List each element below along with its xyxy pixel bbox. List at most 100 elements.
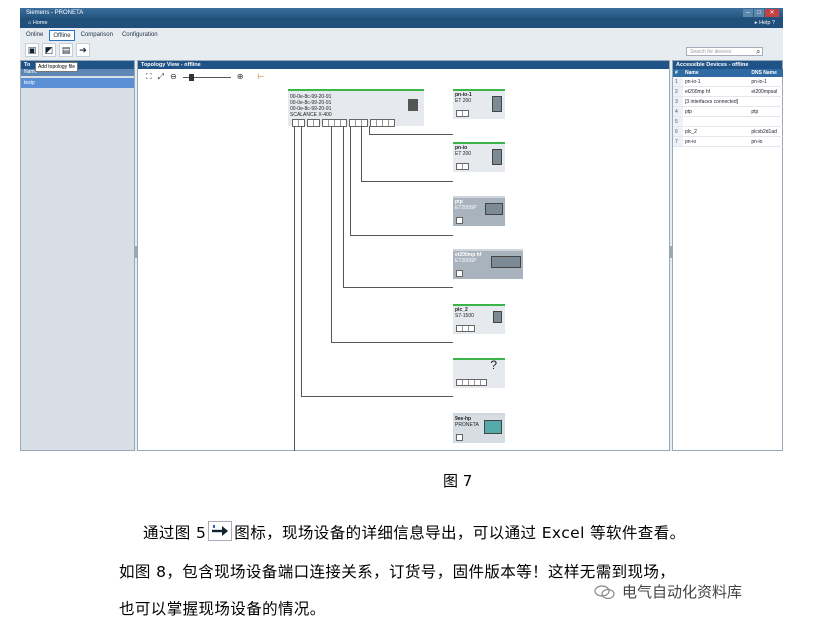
paragraph-text: 图标，现场设备的详细信息导出，可以通过 Excel 等软件查看。 [234, 524, 686, 542]
dns-name-cell: plcxb2d1ad [749, 126, 783, 137]
column-header[interactable]: DNS Name [749, 69, 783, 77]
topology-header: Topology View - offline [138, 61, 669, 69]
device-name-cell: plc_2 [683, 126, 750, 137]
device-icon [485, 203, 503, 215]
device-port[interactable] [456, 379, 487, 386]
table-row[interactable]: 1 pn-io-1 pn-io-1 [673, 77, 783, 87]
table-row[interactable]: 4 ptp ptp [673, 106, 783, 117]
device-node[interactable]: pn-io ET 200 [453, 142, 505, 172]
connection-line [369, 134, 453, 135]
connection-line [361, 181, 453, 182]
home-label: Home [32, 20, 48, 26]
device-name-cell [683, 116, 750, 127]
device-port[interactable] [456, 163, 469, 170]
paragraph-text: 通过图 5 [143, 524, 207, 542]
device-name-cell: pn-io [683, 136, 750, 147]
tab-configuration[interactable]: Configuration [119, 30, 161, 41]
device-port[interactable] [456, 110, 469, 117]
device-icon [492, 149, 502, 165]
zoom-fit-icon[interactable]: ⛶ [146, 72, 152, 82]
row-number: 6 [673, 126, 683, 137]
device-type: ET200SP [455, 257, 477, 264]
accessible-devices-header: Accessible Devices - offline [673, 61, 782, 69]
device-node[interactable]: ptp ET200SP [453, 196, 505, 226]
device-name-cell: et200mp hf [683, 86, 750, 97]
connection-line [343, 287, 453, 288]
device-name-cell: [3 interfaces connected] [683, 96, 750, 107]
print-button[interactable]: ▤ [59, 43, 73, 57]
device-port[interactable] [456, 325, 475, 332]
dns-name-cell: et200mpsal [749, 86, 783, 97]
device-type: S7-1500 [455, 312, 474, 319]
close-button[interactable]: ✕ [765, 9, 779, 17]
search-input[interactable]: Search for devices [686, 47, 763, 56]
device-type: ET 200 [455, 97, 472, 104]
accessible-devices-table: # Name DNS Name 1 pn-io-1 pn-io-1 2 et200mp … [673, 69, 783, 147]
zoom-in-icon[interactable]: ⊕ [237, 72, 244, 82]
paragraph-line: 如图 8，包含现场设备端口连接关系，订货号，固件版本等！这样无需到现场， [119, 563, 676, 581]
connection-line [350, 235, 453, 236]
table-row[interactable]: 7 pn-io pn-io [673, 136, 783, 147]
window-title: Siemens - PRONETA [26, 10, 84, 16]
save-button[interactable]: ◩ [42, 43, 56, 57]
connection-line [343, 126, 344, 287]
window-controls: – □ ✕ [743, 9, 779, 17]
dns-name-cell [749, 116, 783, 127]
export-button[interactable]: ➔ [76, 43, 90, 57]
column-header[interactable]: # [673, 69, 683, 77]
device-port[interactable] [456, 434, 463, 441]
table-row[interactable]: 5 [673, 116, 783, 127]
row-number: 4 [673, 106, 683, 117]
zoom-tools: ⛶ ⤢ ⊖ ⊕ ⊢ [146, 72, 264, 82]
zoom-slider-knob[interactable] [188, 73, 194, 81]
table-row[interactable]: 6 plc_2 plcxb2d1ad [673, 126, 783, 137]
device-node[interactable]: 9ee-hp PRONETA [453, 413, 505, 443]
figure-caption: 图 7 [443, 472, 473, 490]
maximize-button[interactable]: □ [754, 9, 764, 17]
zoom-out-icon[interactable]: ⊖ [170, 72, 177, 82]
table-row[interactable]: 2 et200mp hf et200mpsal [673, 86, 783, 97]
row-number: 2 [673, 86, 683, 97]
device-port[interactable] [456, 217, 463, 224]
accessible-devices-panel: Accessible Devices - offline # Name DNS … [672, 60, 783, 451]
help-button[interactable]: ▸ Help ? [755, 18, 775, 28]
tab-online[interactable]: Online [23, 30, 46, 41]
folder-add-icon: ▣ [27, 45, 37, 55]
zoom-slider[interactable] [182, 73, 231, 81]
switch-model: SCALANCE X-400 [290, 112, 332, 118]
row-number: 5 [673, 116, 683, 127]
minimize-button[interactable]: – [743, 9, 753, 17]
tab-comparison[interactable]: Comparison [78, 30, 116, 41]
computer-icon [484, 420, 502, 434]
watermark: 电气自动化资料库 [594, 581, 742, 602]
device-icon [492, 96, 502, 112]
search-icon[interactable]: ⌕ [756, 47, 760, 56]
unknown-device-icon: ? [490, 358, 497, 372]
list-item[interactable]: testp [21, 78, 134, 88]
device-node[interactable]: et200mp hf ET200SP [453, 249, 523, 279]
switch-icon [408, 99, 418, 111]
table-row[interactable]: 3 [3 interfaces connected] [673, 96, 783, 107]
device-node[interactable]: plc_2 S7-1500 [453, 304, 505, 334]
connection-line [350, 126, 351, 235]
dns-name-cell: pn-io-1 [749, 77, 783, 87]
add-topology-file-button[interactable]: ▣ [25, 43, 39, 57]
home-button[interactable]: ⌂ Home [28, 18, 48, 28]
device-port[interactable] [456, 270, 463, 277]
row-number: 3 [673, 96, 683, 107]
layout-icon[interactable]: ⊢ [257, 72, 264, 82]
toolbar: ▣ ◩ ▤ ➔ [25, 43, 90, 57]
device-node[interactable]: ? [453, 358, 505, 388]
device-node[interactable]: pn-io-1 ET 200 [453, 89, 505, 119]
connection-line [331, 342, 453, 343]
connection-line [361, 126, 362, 181]
export-icon [208, 521, 233, 541]
fullscreen-icon[interactable]: ⤢ [158, 72, 164, 82]
paragraph-line: 通过图 5 图标，现场设备的详细信息导出，可以通过 Excel 等软件查看。 [20, 521, 814, 543]
device-type: PRONETA [455, 421, 479, 428]
tab-offline[interactable]: Offline [49, 30, 75, 41]
connection-line [294, 126, 295, 451]
tooltip: Add topology file [35, 62, 78, 72]
watermark-text: 电气自动化资料库 [622, 583, 743, 601]
column-header[interactable]: Name [683, 69, 750, 77]
